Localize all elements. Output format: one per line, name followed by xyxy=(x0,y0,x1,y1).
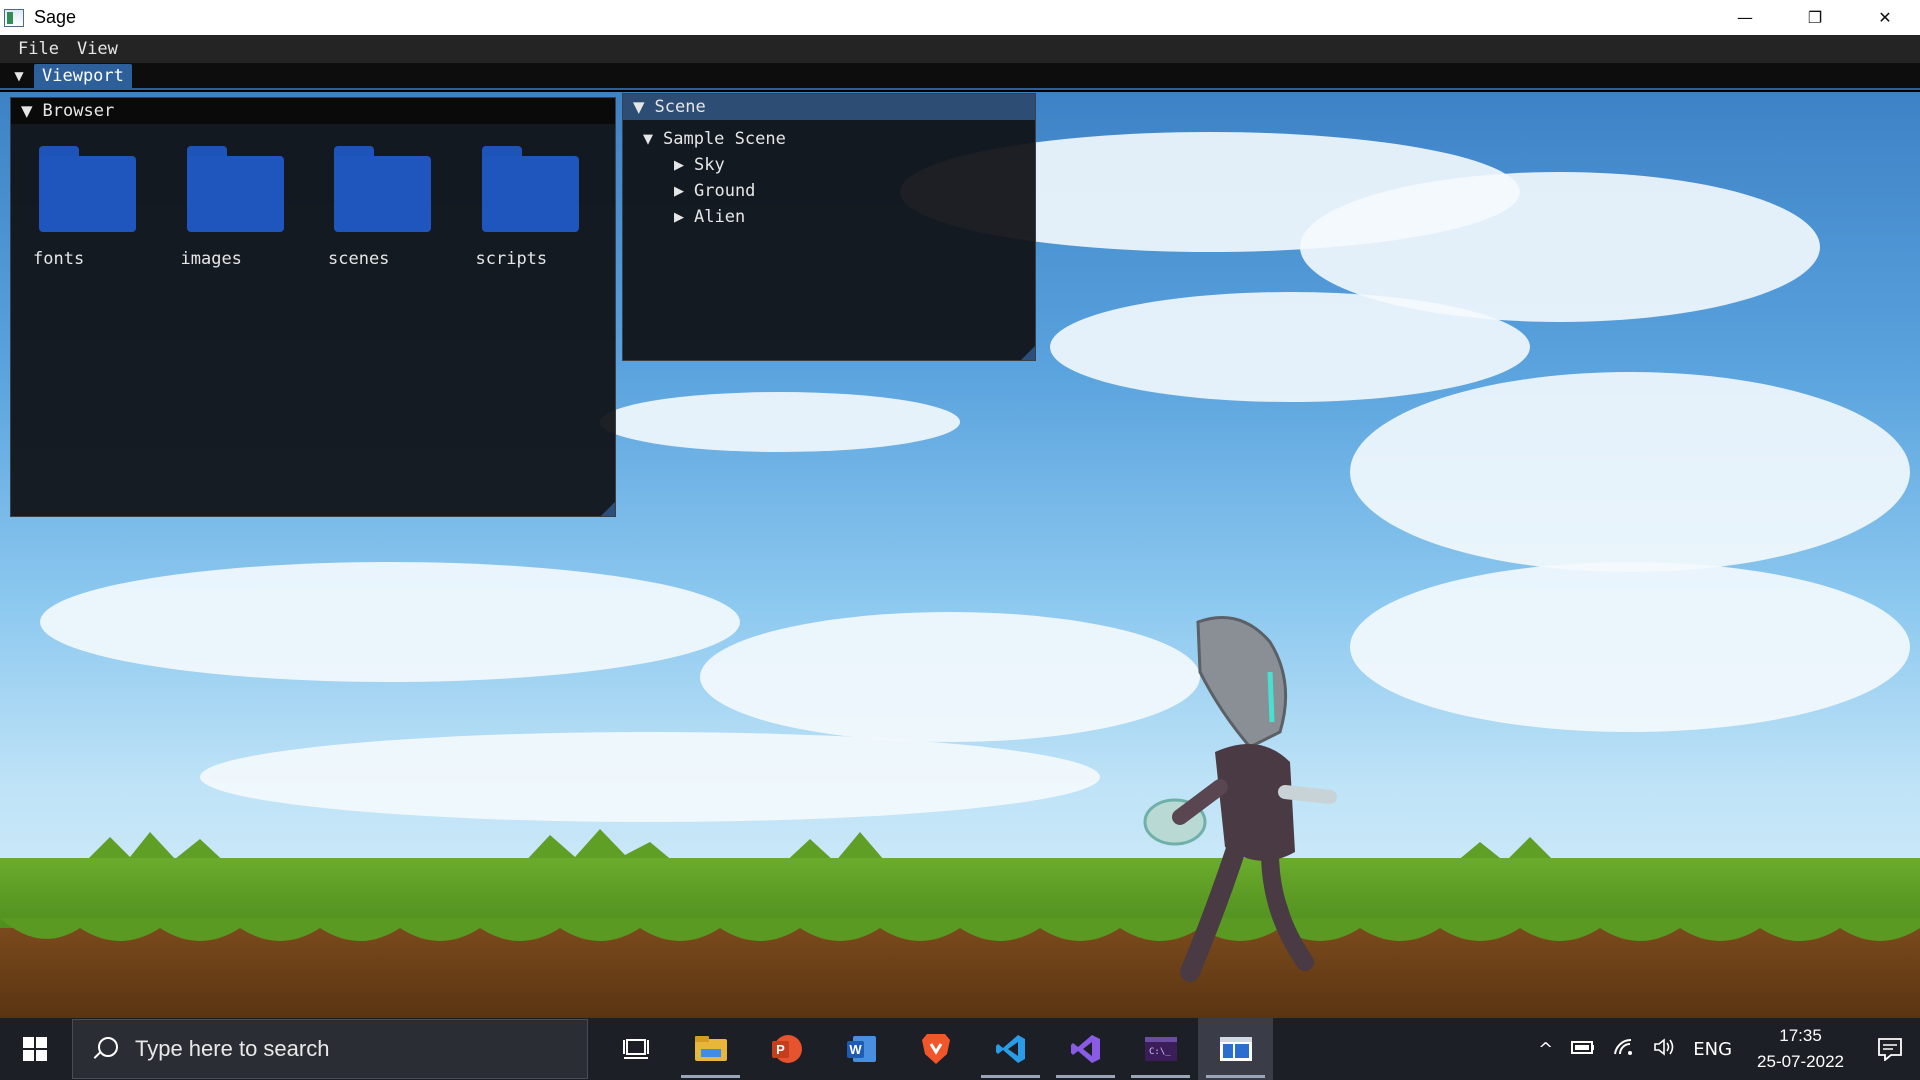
expand-arrow-icon[interactable]: ▼ xyxy=(643,132,663,147)
folder-icon xyxy=(334,146,431,232)
taskbar-app-list: P W C:\_ xyxy=(598,1018,1273,1080)
window-title-bar[interactable]: Sage — ❐ ✕ xyxy=(0,0,1920,35)
svg-text:C:\_: C:\_ xyxy=(1149,1047,1171,1057)
tab-viewport[interactable]: Viewport xyxy=(34,63,132,88)
menu-view[interactable]: View xyxy=(69,39,128,59)
tree-node-label: Sky xyxy=(694,155,725,175)
alien-sprite[interactable] xyxy=(1120,612,1350,982)
notification-center-icon[interactable] xyxy=(1860,1037,1920,1061)
menu-file[interactable]: File xyxy=(10,39,69,59)
scene-title: Scene xyxy=(654,97,706,117)
sage-app-icon[interactable] xyxy=(1198,1018,1273,1080)
folder-label: scripts xyxy=(475,249,548,269)
svg-text:W: W xyxy=(849,1042,862,1057)
tree-node-alien[interactable]: ▶ Alien xyxy=(643,204,1035,230)
file-explorer-icon[interactable] xyxy=(673,1018,748,1080)
resize-grip[interactable] xyxy=(601,502,615,516)
vscode-icon[interactable] xyxy=(973,1018,1048,1080)
tree-node-sky[interactable]: ▶ Sky xyxy=(643,152,1035,178)
browser-title-bar[interactable]: ▼ Browser xyxy=(11,98,615,124)
window-controls: — ❐ ✕ xyxy=(1710,0,1920,35)
resize-grip[interactable] xyxy=(1021,346,1035,360)
main-menu-bar: File View xyxy=(0,35,1920,63)
cloud xyxy=(40,562,740,682)
window-title: Sage xyxy=(34,7,77,27)
cloud xyxy=(1350,372,1910,572)
folder-icon xyxy=(481,146,579,232)
search-icon xyxy=(89,1034,119,1064)
cloud xyxy=(600,392,960,452)
folder-item-fonts[interactable]: fonts xyxy=(25,146,173,269)
scene-tree: ▼ Sample Scene ▶ Sky ▶ Ground ▶ Alien xyxy=(623,120,1035,230)
scene-panel[interactable]: ▼ Scene ▼ Sample Scene ▶ Sky ▶ Ground ▶ … xyxy=(622,93,1036,361)
folder-icon xyxy=(39,146,136,232)
search-placeholder: Type here to search xyxy=(135,1036,330,1061)
system-tray: ^ ENG 17:35 25-07-2022 xyxy=(1529,1018,1920,1080)
folder-label: scenes xyxy=(328,249,390,269)
tree-node-label: Sample Scene xyxy=(663,129,786,149)
tree-node-label: Ground xyxy=(694,181,756,201)
folder-label: fonts xyxy=(33,249,85,269)
battery-icon[interactable] xyxy=(1562,1039,1604,1060)
tray-overflow-chevron-icon[interactable]: ^ xyxy=(1529,1039,1562,1060)
word-icon[interactable]: W xyxy=(823,1018,898,1080)
restore-button[interactable]: ❐ xyxy=(1780,0,1850,35)
collapsed-arrow-icon[interactable]: ▶ xyxy=(674,184,694,199)
collapsed-arrow-icon[interactable]: ▶ xyxy=(674,210,694,225)
collapse-arrow-icon[interactable]: ▼ xyxy=(21,102,33,120)
browser-panel[interactable]: ▼ Browser fonts images scenes scripts xyxy=(10,97,616,517)
taskbar-clock[interactable]: 17:35 25-07-2022 xyxy=(1741,1023,1860,1075)
dock-menu-arrow-icon[interactable]: ▼ xyxy=(8,65,30,87)
tree-node-ground[interactable]: ▶ Ground xyxy=(643,178,1035,204)
taskbar-search-box[interactable]: Type here to search xyxy=(72,1019,588,1079)
close-button[interactable]: ✕ xyxy=(1850,0,1920,35)
folder-item-scripts[interactable]: scripts xyxy=(468,146,616,269)
collapsed-arrow-icon[interactable]: ▶ xyxy=(674,158,694,173)
wifi-icon[interactable] xyxy=(1604,1038,1644,1061)
collapse-arrow-icon[interactable]: ▼ xyxy=(633,98,645,116)
clock-date: 25-07-2022 xyxy=(1757,1052,1844,1071)
task-view-icon[interactable] xyxy=(598,1018,673,1080)
visual-studio-icon[interactable] xyxy=(1048,1018,1123,1080)
folder-item-scenes[interactable]: scenes xyxy=(320,146,468,269)
volume-icon[interactable] xyxy=(1644,1037,1684,1061)
tree-node-sample-scene[interactable]: ▼ Sample Scene xyxy=(643,126,1035,152)
folder-label: images xyxy=(180,249,242,269)
cloud xyxy=(200,732,1100,822)
terminal-icon[interactable]: C:\_ xyxy=(1123,1018,1198,1080)
folder-icon xyxy=(186,146,284,232)
folder-grid: fonts images scenes scripts xyxy=(11,124,615,269)
powerpoint-icon[interactable]: P xyxy=(748,1018,823,1080)
minimize-button[interactable]: — xyxy=(1710,0,1780,35)
clock-time: 17:35 xyxy=(1779,1026,1822,1045)
svg-text:P: P xyxy=(776,1042,785,1057)
folder-item-images[interactable]: images xyxy=(173,146,321,269)
grass-edge xyxy=(0,918,1920,941)
dock-tab-bar: ▼ Viewport xyxy=(0,63,1920,90)
cloud xyxy=(1050,292,1530,402)
brave-icon[interactable] xyxy=(898,1018,973,1080)
language-indicator[interactable]: ENG xyxy=(1684,1039,1741,1060)
windows-logo-icon xyxy=(23,1037,47,1061)
app-icon xyxy=(4,8,24,27)
tree-node-label: Alien xyxy=(694,207,746,227)
start-button[interactable] xyxy=(0,1018,70,1080)
windows-taskbar: Type here to search P W C:\_ ^ ENG 17:35… xyxy=(0,1018,1920,1080)
cloud xyxy=(1350,562,1910,732)
browser-title: Browser xyxy=(42,101,115,121)
scene-title-bar[interactable]: ▼ Scene xyxy=(623,94,1035,120)
